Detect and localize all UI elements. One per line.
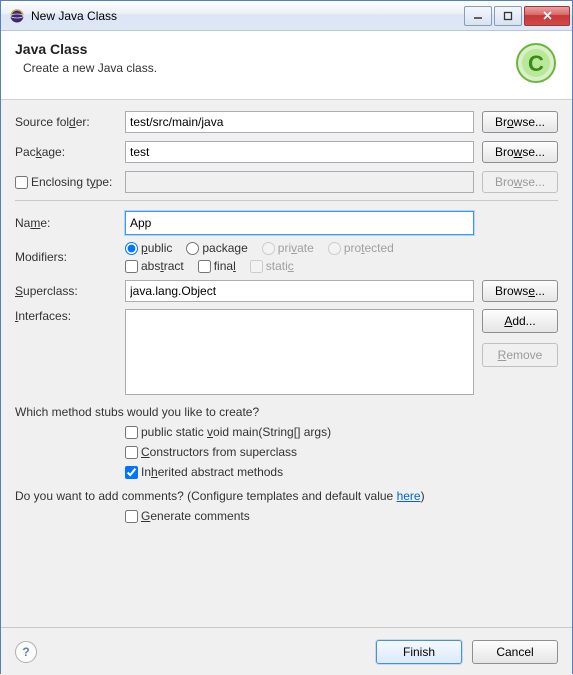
abstract-checkbox[interactable] — [125, 260, 138, 273]
inherited-label: Inherited abstract methods — [141, 465, 283, 479]
dialog-content: Source folder: Browse... Package: Browse… — [1, 100, 572, 523]
constructors-label: Constructors from superclass — [141, 445, 297, 459]
package-radio-label: package — [202, 241, 247, 255]
interfaces-add-button[interactable]: Add... — [482, 309, 558, 333]
close-button[interactable] — [524, 6, 570, 26]
enclosing-type-checkbox[interactable] — [15, 176, 28, 189]
enclosing-type-input — [125, 171, 474, 193]
package-label: Package: — [15, 145, 125, 159]
finish-button[interactable]: Finish — [376, 640, 462, 664]
interfaces-listbox[interactable] — [125, 309, 474, 395]
final-checkbox-label: final — [214, 259, 236, 273]
superclass-label: Superclass: — [15, 284, 125, 298]
comments-question: Do you want to add comments? (Configure … — [15, 489, 558, 503]
access-modifier-group: public package private protected — [125, 241, 474, 255]
source-folder-browse-button[interactable]: Browse... — [482, 111, 558, 133]
dialog-footer: ? Finish Cancel — [1, 627, 572, 675]
window-title: New Java Class — [31, 9, 462, 23]
generate-comments-checkbox[interactable] — [125, 510, 138, 523]
constructors-checkbox[interactable] — [125, 446, 138, 459]
modifiers-label: Modifiers: — [15, 250, 125, 264]
separator — [15, 200, 558, 201]
cancel-button[interactable]: Cancel — [472, 640, 558, 664]
maximize-button[interactable] — [494, 6, 522, 26]
stubs-question: Which method stubs would you like to cre… — [15, 405, 558, 419]
name-input[interactable] — [126, 212, 473, 234]
static-checkbox-label: static — [266, 259, 294, 273]
dialog-banner: Java Class Create a new Java class. C — [1, 31, 572, 100]
main-method-checkbox[interactable] — [125, 426, 138, 439]
public-radio[interactable] — [125, 242, 138, 255]
package-browse-button[interactable]: Browse... — [482, 141, 558, 163]
public-radio-label: public — [141, 241, 172, 255]
final-checkbox[interactable] — [198, 260, 211, 273]
superclass-input[interactable] — [125, 280, 474, 302]
interfaces-remove-button: Remove — [482, 343, 558, 367]
package-input[interactable] — [125, 141, 474, 163]
class-wizard-icon: C — [514, 41, 558, 85]
generate-comments-label: Generate comments — [141, 509, 250, 523]
minimize-button[interactable] — [464, 6, 492, 26]
enclosing-type-browse-button: Browse... — [482, 171, 558, 193]
package-radio[interactable] — [186, 242, 199, 255]
protected-radio-label: protected — [344, 241, 394, 255]
banner-description: Create a new Java class. — [15, 61, 514, 75]
name-label: Name: — [15, 216, 125, 230]
banner-title: Java Class — [15, 41, 514, 57]
source-folder-label: Source folder: — [15, 115, 125, 129]
superclass-browse-button[interactable]: Browse... — [482, 280, 558, 302]
interfaces-label: Interfaces: — [15, 309, 125, 323]
inherited-checkbox[interactable] — [125, 466, 138, 479]
static-checkbox — [250, 260, 263, 273]
window-titlebar: New Java Class — [1, 1, 572, 31]
window-controls — [462, 6, 570, 26]
source-folder-input[interactable] — [125, 111, 474, 133]
main-method-label: public static void main(String[] args) — [141, 425, 331, 439]
svg-text:C: C — [528, 51, 544, 76]
enclosing-type-label: Enclosing type: — [31, 175, 112, 189]
help-icon[interactable]: ? — [15, 641, 37, 663]
configure-templates-link[interactable]: here — [397, 489, 421, 503]
eclipse-icon — [9, 8, 25, 24]
enclosing-type-row: Enclosing type: — [15, 175, 125, 189]
abstract-checkbox-label: abstract — [141, 259, 184, 273]
flag-modifier-group: abstract final static — [125, 259, 474, 273]
private-radio — [262, 242, 275, 255]
protected-radio — [328, 242, 341, 255]
private-radio-label: private — [278, 241, 314, 255]
